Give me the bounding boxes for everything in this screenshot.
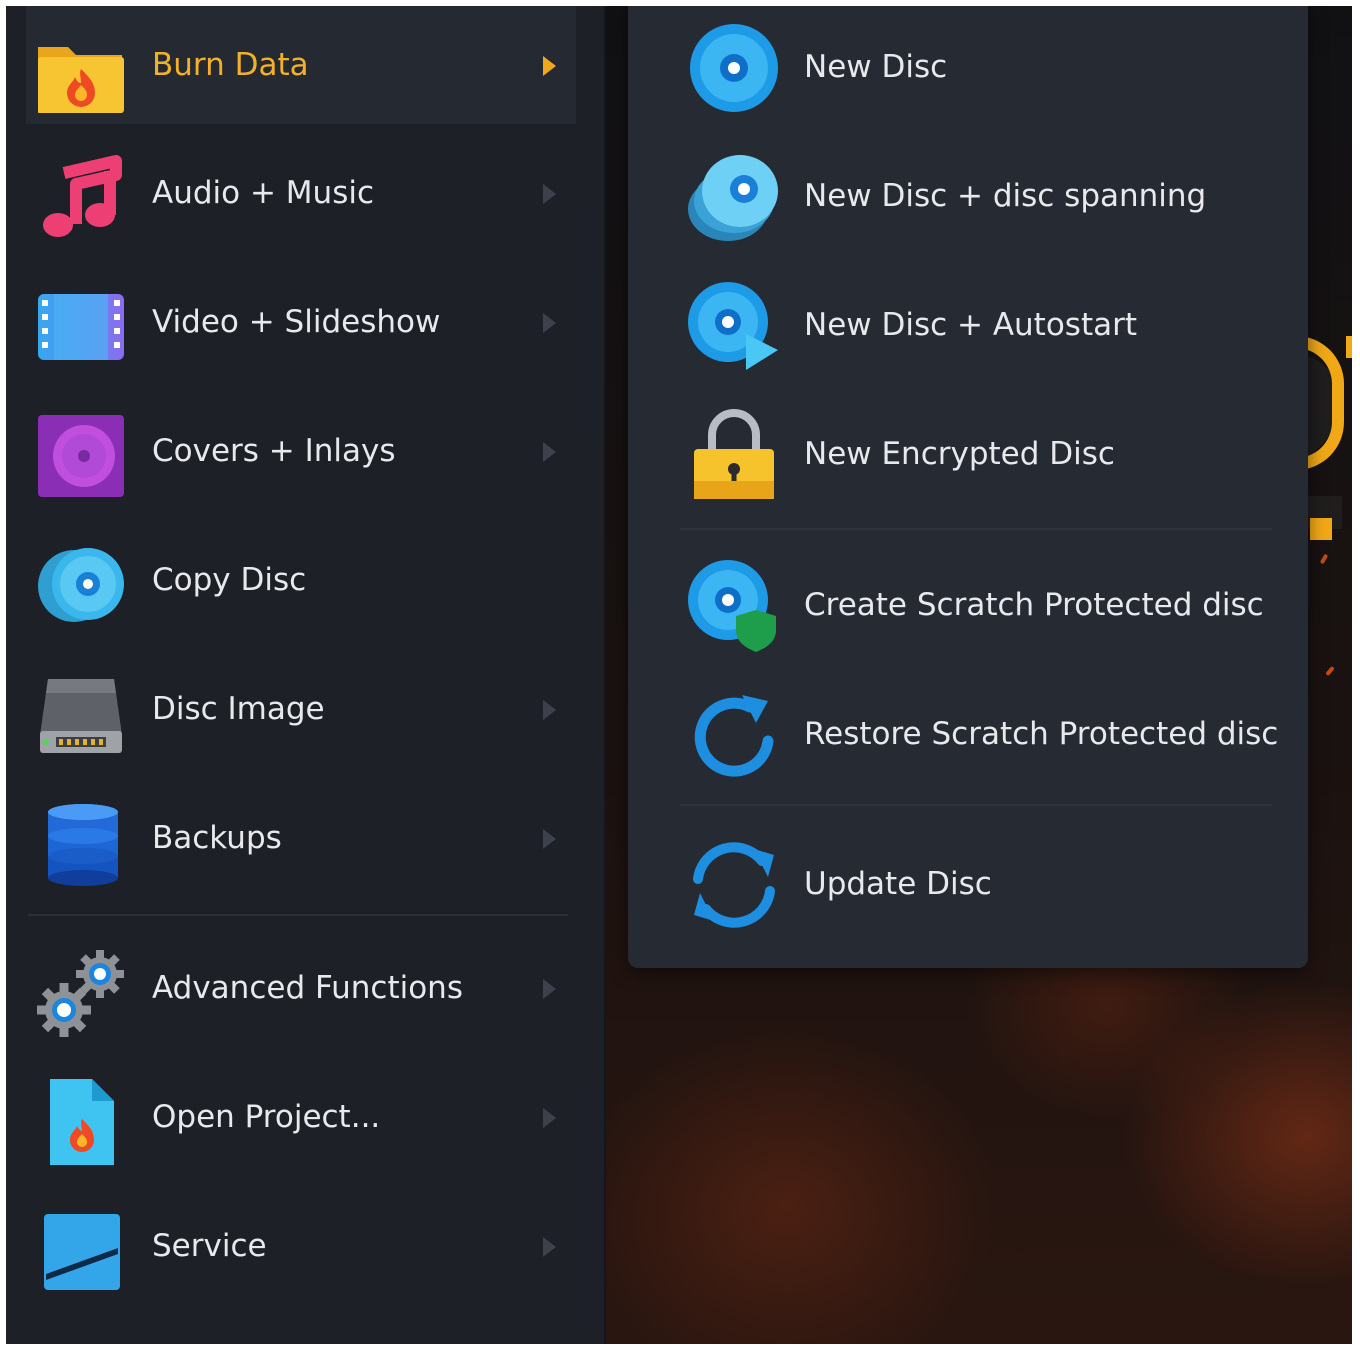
menu-item-backups[interactable]: Backups xyxy=(26,779,576,897)
gears-icon xyxy=(36,948,126,1038)
copy-disc-icon xyxy=(36,540,126,630)
music-note-icon xyxy=(36,153,126,243)
menu-item-covers-inlays[interactable]: Covers + Inlays xyxy=(26,392,576,510)
hard-drive-icon xyxy=(36,669,126,759)
disc-play-icon xyxy=(688,280,780,372)
chevron-right-icon xyxy=(543,700,556,720)
service-icon xyxy=(36,1206,126,1296)
submenu-separator xyxy=(680,528,1272,530)
submenu-item-create-scratch-protected[interactable]: Create Scratch Protected disc xyxy=(628,546,1308,664)
submenu-item-label: New Encrypted Disc xyxy=(804,436,1115,472)
menu-item-copy-disc[interactable]: Copy Disc xyxy=(26,521,576,639)
background-accent-block xyxy=(1310,518,1332,540)
chevron-right-icon xyxy=(543,56,556,76)
menu-item-open-project[interactable]: Open Project... xyxy=(26,1058,576,1176)
submenu-item-label: Restore Scratch Protected disc xyxy=(804,716,1279,752)
menu-item-label: Audio + Music xyxy=(152,175,374,211)
chevron-right-icon xyxy=(543,1108,556,1128)
submenu-item-new-disc-spanning[interactable]: New Disc + disc spanning xyxy=(628,137,1308,255)
menu-item-label: Advanced Functions xyxy=(152,970,463,1006)
menu-item-label: Burn Data xyxy=(152,47,309,83)
menu-item-service[interactable]: Service xyxy=(26,1187,576,1305)
menu-item-disc-image[interactable]: Disc Image xyxy=(26,650,576,768)
chevron-right-icon xyxy=(543,184,556,204)
submenu-item-new-disc-autostart[interactable]: New Disc + Autostart xyxy=(628,266,1308,384)
submenu-item-new-disc[interactable]: New Disc xyxy=(628,8,1308,126)
menu-item-label: Open Project... xyxy=(152,1099,381,1135)
padlock-icon xyxy=(688,409,780,501)
chevron-right-icon xyxy=(543,1237,556,1257)
menu-separator xyxy=(28,914,568,916)
submenu-item-label: Create Scratch Protected disc xyxy=(804,587,1264,623)
submenu-item-label: New Disc + Autostart xyxy=(804,307,1138,343)
submenu-separator xyxy=(680,804,1272,806)
submenu-item-label: Update Disc xyxy=(804,866,992,902)
disc-icon xyxy=(688,22,780,114)
project-file-icon xyxy=(36,1077,126,1167)
refresh-icon xyxy=(688,839,780,931)
burn-data-submenu: New Disc New Disc + disc spanning New Di… xyxy=(628,6,1308,968)
restore-icon xyxy=(688,689,780,781)
disc-cover-icon xyxy=(36,411,126,501)
chevron-right-icon xyxy=(543,829,556,849)
menu-item-video-slideshow[interactable]: Video + Slideshow xyxy=(26,263,576,381)
database-icon xyxy=(36,798,126,888)
background-accent-block xyxy=(1346,336,1352,358)
chevron-right-icon xyxy=(543,442,556,462)
menu-item-label: Disc Image xyxy=(152,691,325,727)
menu-item-label: Backups xyxy=(152,820,282,856)
submenu-item-new-encrypted-disc[interactable]: New Encrypted Disc xyxy=(628,395,1308,513)
menu-item-label: Copy Disc xyxy=(152,562,307,598)
disc-shield-icon xyxy=(688,560,780,652)
main-menu: Burn Data Audio + Music Video + Slidesho… xyxy=(6,6,604,1344)
menu-item-burn-data[interactable]: Burn Data xyxy=(26,6,576,124)
menu-item-label: Service xyxy=(152,1228,267,1264)
menu-item-advanced-functions[interactable]: Advanced Functions xyxy=(26,929,576,1047)
menu-item-audio-music[interactable]: Audio + Music xyxy=(26,134,576,252)
chevron-right-icon xyxy=(543,979,556,999)
menu-item-label: Video + Slideshow xyxy=(152,304,441,340)
menu-item-label: Covers + Inlays xyxy=(152,433,396,469)
disc-stack-icon xyxy=(688,151,780,243)
submenu-item-restore-scratch-protected[interactable]: Restore Scratch Protected disc xyxy=(628,675,1308,793)
folder-flame-icon xyxy=(36,25,126,115)
submenu-item-label: New Disc + disc spanning xyxy=(804,178,1207,214)
chevron-right-icon xyxy=(543,313,556,333)
submenu-item-update-disc[interactable]: Update Disc xyxy=(628,825,1308,943)
app-window: 2 Burn Data xyxy=(6,6,1352,1344)
submenu-item-label: New Disc xyxy=(804,49,948,85)
film-strip-icon xyxy=(36,282,126,372)
